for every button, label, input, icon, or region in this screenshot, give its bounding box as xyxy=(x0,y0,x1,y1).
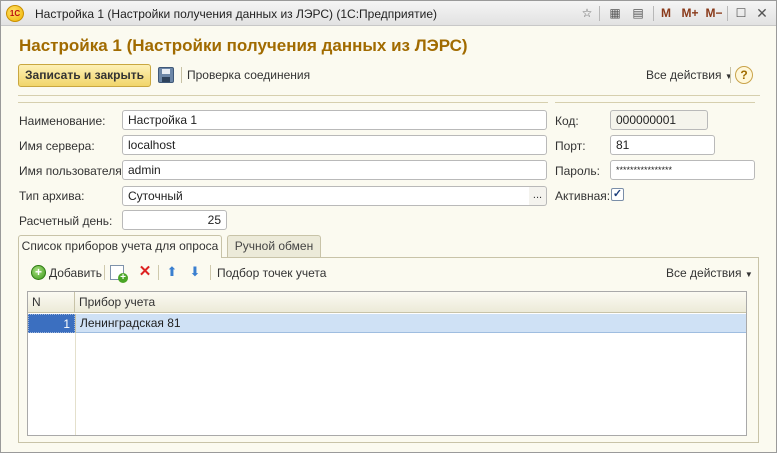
main-window: 1С Настройка 1 (Настройки получения данн… xyxy=(0,0,777,453)
server-field[interactable]: localhost xyxy=(122,135,547,155)
memory-plus-button[interactable]: M+ xyxy=(678,4,702,23)
devices-table[interactable]: N Прибор учета 1 Ленинградская 81 xyxy=(27,291,747,436)
title-bar: 1С Настройка 1 (Настройки получения данн… xyxy=(1,1,776,26)
page-title: Настройка 1 (Настройки получения данных … xyxy=(19,36,468,55)
move-up-icon[interactable]: ⬆ xyxy=(165,265,179,279)
maximize-icon[interactable]: ☐ xyxy=(732,4,750,23)
titlebar-divider xyxy=(599,6,600,21)
code-label: Код: xyxy=(555,114,579,128)
username-label: Имя пользователя: xyxy=(19,164,126,178)
active-label: Активная: xyxy=(555,189,611,203)
delete-icon[interactable]: ✕ xyxy=(138,264,152,280)
archive-type-label: Тип архива: xyxy=(19,189,85,203)
table-row[interactable]: 1 Ленинградская 81 xyxy=(28,314,746,333)
check-connection-button[interactable]: Проверка соединения xyxy=(187,68,310,82)
username-field[interactable]: admin xyxy=(122,160,547,180)
save-and-close-button[interactable]: Записать и закрыть xyxy=(18,64,151,87)
table-all-actions-menu[interactable]: Все действия ▼ xyxy=(666,266,753,280)
chevron-down-icon: ▼ xyxy=(744,270,753,279)
add-icon[interactable]: + xyxy=(31,265,46,280)
save-icon[interactable] xyxy=(158,67,174,83)
name-field[interactable]: Настройка 1 xyxy=(122,110,547,130)
pick-points-button[interactable]: Подбор точек учета xyxy=(217,266,326,280)
name-label: Наименование: xyxy=(19,114,106,128)
calculator-icon[interactable]: ▦ xyxy=(606,4,624,23)
titlebar-divider xyxy=(727,6,728,21)
calc-day-field[interactable]: 25 xyxy=(122,210,227,230)
all-actions-label: Все действия xyxy=(646,68,722,82)
password-label: Пароль: xyxy=(555,164,600,178)
right-group-line xyxy=(555,102,755,103)
move-down-icon[interactable]: ⬇ xyxy=(188,265,202,279)
table-toolbar-divider xyxy=(104,265,105,280)
add-button[interactable]: Добавить xyxy=(49,266,102,280)
table-header: N Прибор учета xyxy=(28,292,746,313)
close-icon[interactable]: ✕ xyxy=(753,4,771,23)
table-toolbar-divider xyxy=(158,265,159,280)
all-actions-menu[interactable]: Все действия ▼ xyxy=(646,68,733,82)
toolbar-divider xyxy=(730,67,731,83)
copy-add-icon[interactable] xyxy=(110,265,128,283)
tab-devices[interactable]: Список приборов учета для опроса xyxy=(18,235,222,258)
memory-minus-button[interactable]: M− xyxy=(703,4,725,23)
archive-type-field[interactable]: Суточный xyxy=(122,186,530,206)
table-all-actions-label: Все действия xyxy=(666,266,742,280)
tab-manual-exchange[interactable]: Ручной обмен xyxy=(227,235,321,257)
server-label: Имя сервера: xyxy=(19,139,95,153)
left-group-line xyxy=(18,102,548,103)
calc-day-label: Расчетный день: xyxy=(19,214,113,228)
port-label: Порт: xyxy=(555,139,586,153)
memory-m-button[interactable]: M xyxy=(657,4,675,23)
password-field[interactable]: **************** xyxy=(610,160,755,180)
header-divider xyxy=(18,95,760,96)
toolbar-divider xyxy=(181,67,182,83)
window-title: Настройка 1 (Настройки получения данных … xyxy=(35,7,437,21)
code-field[interactable]: 000000001 xyxy=(610,110,708,130)
column-divider xyxy=(75,333,76,435)
calendar-icon[interactable]: ▤ xyxy=(629,4,647,23)
chevron-down-icon: ▼ xyxy=(724,72,733,81)
column-header-device[interactable]: Прибор учета xyxy=(75,292,746,313)
app-logo-icon[interactable]: 1С xyxy=(6,5,24,22)
column-header-n[interactable]: N xyxy=(28,292,75,313)
active-checkbox[interactable]: ✓ xyxy=(611,188,624,201)
table-toolbar-divider xyxy=(210,265,211,280)
archive-type-choose-button[interactable]: ... xyxy=(529,186,547,206)
device-cell[interactable]: Ленинградская 81 xyxy=(75,314,746,333)
port-field[interactable]: 81 xyxy=(610,135,715,155)
help-button[interactable]: ? xyxy=(735,66,753,84)
favorites-icon[interactable]: ☆ xyxy=(578,4,596,23)
row-number-cell[interactable]: 1 xyxy=(28,314,75,333)
titlebar-divider xyxy=(653,6,654,21)
